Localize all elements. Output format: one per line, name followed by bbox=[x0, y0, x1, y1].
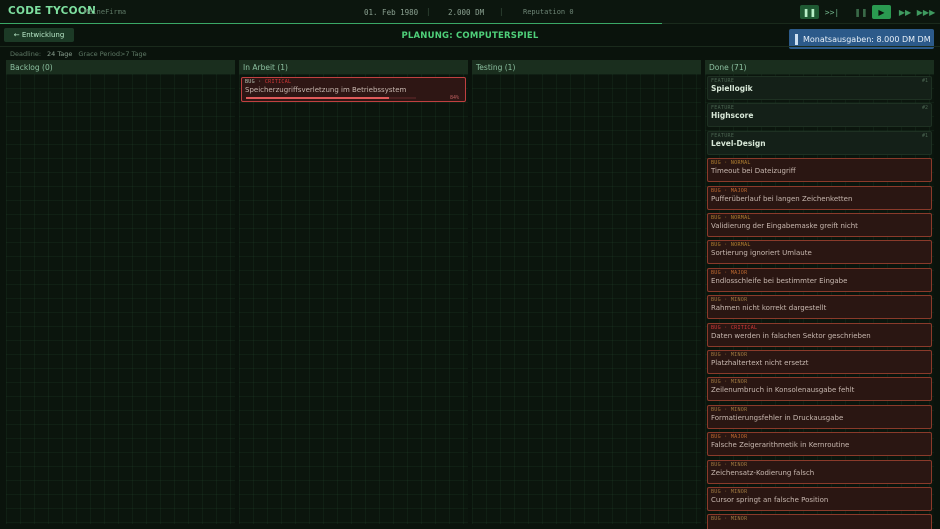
card-severity: CRITICAL bbox=[730, 324, 758, 331]
card-title: Formatierungsfehler in Druckausgabe bbox=[711, 413, 844, 422]
column-done: Done (71) FEATURE Spiellogik #1 FEATURE High… bbox=[705, 60, 934, 529]
bug-card[interactable]: BUG · MINOR Platzhaltertext nicht ersetzt bbox=[707, 350, 932, 374]
card-title: Pufferüberlauf bei langen Zeichenketten bbox=[711, 194, 853, 203]
time-progress-line bbox=[0, 23, 662, 24]
bug-card[interactable]: BUG · MINOR Formatierungsfehler in Drucka… bbox=[707, 404, 932, 429]
card-title: Daten werden in falschen Sektor geschrie… bbox=[711, 331, 871, 340]
bug-card[interactable]: BUG · MINOR bbox=[707, 514, 932, 529]
feature-card[interactable]: FEATURE Level-Design #1 bbox=[707, 130, 932, 155]
game-date: 01. Feb 1980 bbox=[364, 8, 419, 17]
fastest-forward-icon: ▶▶▶ bbox=[916, 7, 936, 17]
card-title: Speicherzugriffsverletzung im Betriebssy… bbox=[245, 86, 407, 94]
app-title: CODE TYCOON bbox=[8, 5, 97, 17]
task-progress-fill bbox=[246, 97, 389, 99]
task-progress-bar bbox=[246, 97, 416, 99]
separator: | bbox=[427, 7, 430, 16]
column-backlog: Backlog (0) bbox=[6, 60, 235, 524]
column-in-progress: In Arbeit (1) BUG · CRITICAL Speicherzug… bbox=[239, 60, 468, 524]
card-severity: MAJOR bbox=[730, 187, 748, 194]
fast-forward-icon: ▶▶ bbox=[898, 7, 912, 17]
bug-card[interactable]: BUG · MAJOR Falsche Zeigerarithmetik in K… bbox=[707, 432, 932, 457]
task-progress-percent: 84% bbox=[449, 95, 459, 101]
deadline-label: Deadline: bbox=[10, 50, 42, 58]
card-severity: MINOR bbox=[730, 516, 748, 523]
pause-speed-button[interactable]: ❚❚ bbox=[854, 5, 868, 19]
card-title: Platzhaltertext nicht ersetzt bbox=[711, 359, 809, 367]
step-forward-button[interactable]: >>| bbox=[824, 5, 840, 19]
feature-card[interactable]: FEATURE Spiellogik #1 bbox=[707, 76, 932, 100]
card-number: #2 bbox=[921, 105, 928, 112]
fastest-forward-button[interactable]: ▶▶▶ bbox=[916, 5, 936, 19]
card-number: #1 bbox=[921, 78, 928, 84]
card-type: BUG bbox=[711, 324, 721, 331]
card-type: BUG bbox=[711, 187, 721, 194]
bug-card[interactable]: BUG · MINOR Rahmen nicht korrekt dargeste… bbox=[707, 295, 932, 320]
card-title: Level-Design bbox=[711, 138, 766, 148]
fast-forward-button[interactable]: ▶▶ bbox=[897, 5, 913, 19]
card-severity: MAJOR bbox=[730, 269, 748, 276]
card-type: BUG bbox=[711, 461, 721, 468]
card-title: Timeout bei Dateizugriff bbox=[711, 167, 796, 176]
play-button[interactable]: ▶ bbox=[872, 5, 891, 19]
reputation-display: Reputation 0 bbox=[523, 8, 574, 16]
separator: | bbox=[500, 7, 503, 16]
grace-period: Grace Period>7 Tage bbox=[78, 50, 147, 58]
step-forward-icon: >>| bbox=[824, 7, 840, 17]
card-title: Validierung der Eingabemaske greift nich… bbox=[711, 222, 858, 230]
card-title: Cursor springt an falsche Position bbox=[711, 496, 829, 504]
pause-icon: ❚❚ bbox=[802, 7, 817, 17]
play-icon: ▶ bbox=[878, 7, 885, 17]
column-testing: Testing (1) bbox=[472, 60, 701, 524]
pause-button[interactable]: ❚❚ bbox=[800, 5, 819, 19]
card-title: Endlosschleife bei bestimmter Eingabe bbox=[711, 276, 848, 285]
money-display: 2.000 DM bbox=[448, 8, 485, 17]
card-title: Falsche Zeigerarithmetik in Kernroutine bbox=[711, 441, 850, 450]
card-tag: BUG · MINOR bbox=[711, 516, 748, 523]
column-header-done: Done (71) bbox=[705, 60, 934, 74]
pause-icon: ❚❚ bbox=[854, 7, 868, 17]
card-severity: MINOR bbox=[730, 406, 748, 413]
divider bbox=[0, 46, 940, 47]
bug-card[interactable]: BUG · NORMAL Timeout bei Dateizugriff bbox=[707, 158, 932, 183]
top-bar: CODE TYCOON MeineFirma 01. Feb 1980 | 2.… bbox=[0, 0, 940, 24]
deadline-value: 24 Tage bbox=[47, 50, 73, 58]
card-title: Highscore bbox=[711, 111, 754, 121]
column-header-backlog: Backlog (0) bbox=[6, 60, 235, 74]
bug-card[interactable]: BUG · MAJOR Endlosschleife bei bestimmter… bbox=[707, 267, 932, 292]
bug-card[interactable]: BUG · MINOR Zeilenumbruch in Konsolenausg… bbox=[707, 377, 932, 402]
task-card[interactable]: BUG · CRITICAL Speicherzugriffsverletzun… bbox=[241, 77, 466, 102]
bug-card[interactable]: BUG · NORMAL Validierung der Eingabemaske… bbox=[707, 213, 932, 237]
card-type: BUG bbox=[711, 406, 721, 413]
company-name: MeineFirma bbox=[84, 8, 127, 16]
card-severity: MINOR bbox=[730, 461, 748, 468]
column-header-testing: Testing (1) bbox=[472, 60, 701, 74]
bug-card[interactable]: BUG · MAJOR Pufferüberlauf bei langen Zei… bbox=[707, 185, 932, 210]
monthly-expenses-text: Monatsausgaben: 8.000 DM DM bbox=[803, 34, 931, 44]
feature-card[interactable]: FEATURE Highscore #2 bbox=[707, 103, 932, 128]
bug-card[interactable]: BUG · MINOR Cursor springt an falsche Pos… bbox=[707, 487, 932, 511]
card-title: Zeichensatz-Kodierung falsch bbox=[711, 468, 815, 477]
notice-accent-bar bbox=[795, 33, 798, 45]
card-number: #1 bbox=[921, 132, 928, 139]
column-header-in-progress: In Arbeit (1) bbox=[239, 60, 468, 74]
card-type: BUG bbox=[711, 269, 721, 276]
card-title: Rahmen nicht korrekt dargestellt bbox=[711, 304, 827, 313]
bug-card[interactable]: BUG · NORMAL Sortierung ignoriert Umlaute bbox=[707, 240, 932, 265]
bug-card[interactable]: BUG · MINOR Zeichensatz-Kodierung falsch bbox=[707, 459, 932, 484]
deadline-info: Deadline: 24 Tage Grace Period>7 Tage bbox=[10, 50, 147, 58]
card-title: Sortierung ignoriert Umlaute bbox=[711, 249, 812, 258]
bug-card[interactable]: BUG · CRITICAL Daten werden in falschen S… bbox=[707, 322, 932, 347]
card-title: Zeilenumbruch in Konsolenausgabe fehlt bbox=[711, 386, 855, 395]
card-title: Spiellogik bbox=[711, 84, 753, 93]
card-type: BUG bbox=[711, 516, 721, 523]
